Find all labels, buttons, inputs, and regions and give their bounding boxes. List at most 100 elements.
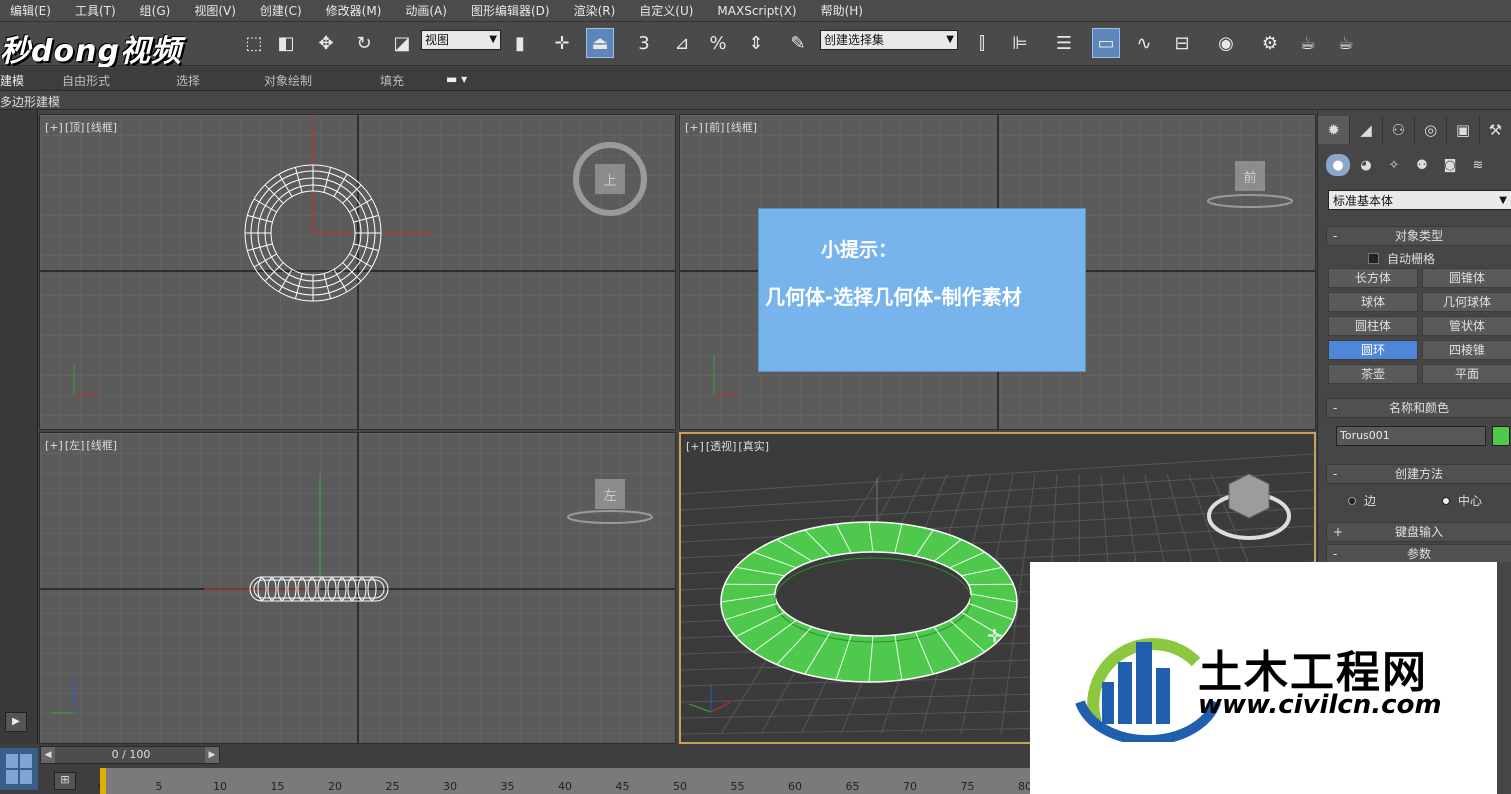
rotate-icon[interactable]: ↻ xyxy=(350,28,378,58)
radio-center[interactable]: 中心 xyxy=(1442,492,1482,509)
menu-item[interactable]: 自定义(U) xyxy=(629,2,707,19)
keyboard-shortcut-override-icon[interactable]: ⏏ xyxy=(586,28,614,58)
mirror-icon[interactable]: ⫿ xyxy=(968,28,996,58)
torus-shaded-persp xyxy=(720,521,1018,683)
menu-item[interactable]: MAXScript(X) xyxy=(707,4,810,18)
cone-button[interactable]: 圆锥体 xyxy=(1422,268,1511,288)
viewport-top[interactable]: 上 [+] [顶] [线框] xyxy=(39,114,676,430)
mini-curve-editor-icon[interactable]: ⊞ xyxy=(54,772,76,790)
ribbon-options-icon[interactable]: ▬ ▾ xyxy=(446,72,467,86)
timeline-tick-label: 30 xyxy=(443,780,457,793)
rollout-parameters[interactable]: - 参数 xyxy=(1326,544,1511,564)
rollout-creation-method[interactable]: - 创建方法 xyxy=(1326,464,1511,484)
tube-button[interactable]: 管状体 xyxy=(1422,316,1511,336)
track-bar[interactable]: 05101520253035404550556065707580 xyxy=(98,768,1032,794)
sphere-button[interactable]: 球体 xyxy=(1328,292,1418,312)
torus-button[interactable]: 圆环 xyxy=(1328,340,1418,360)
hierarchy-tab-icon[interactable]: ⚇ xyxy=(1383,116,1415,144)
menu-item[interactable]: 视图(V) xyxy=(184,2,250,19)
tab-freeform[interactable]: 自由形式 xyxy=(62,72,110,89)
expand-arrow-icon[interactable]: ▶ xyxy=(5,712,27,732)
render-setup-icon[interactable]: ⚙ xyxy=(1256,28,1284,58)
ribbon-toggle-icon[interactable]: ▭ xyxy=(1092,28,1120,58)
curve-editor-icon[interactable]: ∿ xyxy=(1130,28,1158,58)
menu-item[interactable]: 图形编辑器(D) xyxy=(461,2,564,19)
time-marker[interactable] xyxy=(100,768,106,794)
utilities-tab-icon[interactable]: ⚒ xyxy=(1480,116,1511,144)
render-production-icon[interactable]: ☕ xyxy=(1332,28,1360,58)
modify-tab-icon[interactable]: ◢ xyxy=(1350,116,1383,144)
display-tab-icon[interactable]: ▣ xyxy=(1447,116,1480,144)
menu-item[interactable]: 创建(C) xyxy=(250,2,316,19)
pivot-icon[interactable]: ▮ xyxy=(506,28,534,58)
percent-snap-icon[interactable]: % xyxy=(704,28,732,58)
menu-item[interactable]: 工具(T) xyxy=(65,2,130,19)
tab-populate[interactable]: 填充 xyxy=(380,72,404,89)
snap-3d-icon[interactable]: 3 xyxy=(630,28,658,58)
viewport-label-front[interactable]: [+] [前] [线框] xyxy=(685,119,759,135)
rollout-name-color[interactable]: - 名称和颜色 xyxy=(1326,398,1511,418)
teapot-button[interactable]: 茶壶 xyxy=(1328,364,1418,384)
helpers-icon[interactable]: ◙ xyxy=(1438,154,1462,176)
viewport-left[interactable]: 左 [+] [左] [线框] xyxy=(39,432,676,744)
material-editor-icon[interactable]: ◉ xyxy=(1212,28,1240,58)
tab-modeling[interactable]: 建模 xyxy=(0,72,24,89)
edit-named-selection-icon[interactable]: ✎ xyxy=(784,28,812,58)
object-name-field[interactable]: Torus001 xyxy=(1336,426,1486,446)
spinner-snap-icon[interactable]: ⇕ xyxy=(742,28,770,58)
select-region-icon[interactable]: ⬚ xyxy=(240,28,268,58)
named-selection-dropdown[interactable]: 创建选择集 ▼ xyxy=(820,30,958,50)
menu-item[interactable]: 组(G) xyxy=(130,2,185,19)
box-button[interactable]: 长方体 xyxy=(1328,268,1418,288)
menu-item[interactable]: 编辑(E) xyxy=(0,2,65,19)
timeline-tick-label: 55 xyxy=(730,780,745,793)
scale-icon[interactable]: ◪ xyxy=(388,28,416,58)
reference-coord-dropdown[interactable]: 视图 ▼ xyxy=(421,30,501,50)
menu-item[interactable]: 修改器(M) xyxy=(316,2,396,19)
align-icon[interactable]: ⊫ xyxy=(1006,28,1034,58)
timeline-tick-label: 5 xyxy=(155,780,163,793)
select-manipulate-icon[interactable]: ✛ xyxy=(548,28,576,58)
window-crossing-icon[interactable]: ◧ xyxy=(272,28,300,58)
geometry-icon[interactable]: ● xyxy=(1326,154,1350,176)
layer-manager-icon[interactable]: ☰ xyxy=(1050,28,1078,58)
spacewarps-icon[interactable]: ≋ xyxy=(1466,154,1490,176)
cameras-icon[interactable]: ⚉ xyxy=(1410,154,1434,176)
create-tab-icon[interactable]: ✹ xyxy=(1318,116,1351,144)
angle-snap-icon[interactable]: ⊿ xyxy=(668,28,696,58)
rendered-frame-icon[interactable]: ☕ xyxy=(1294,28,1322,58)
viewport-label-persp[interactable]: [+] [透视] [真实] xyxy=(686,438,771,454)
autogrid-checkbox[interactable]: 自动栅格 xyxy=(1368,250,1435,267)
viewcube-persp[interactable] xyxy=(1207,473,1291,540)
time-slider[interactable]: ◀ 0 / 100 ▶ xyxy=(40,746,220,764)
move-icon[interactable]: ✥ xyxy=(312,28,340,58)
plane-button[interactable]: 平面 xyxy=(1422,364,1511,384)
polygon-modeling-label[interactable]: 多边形建模 xyxy=(0,93,60,110)
viewport-label-left[interactable]: [+] [左] [线框] xyxy=(45,437,119,453)
object-color-swatch[interactable] xyxy=(1492,426,1510,446)
shapes-icon[interactable]: ◕ xyxy=(1354,154,1378,176)
ribbon-subpanel: 多边形建模 xyxy=(0,91,1511,110)
viewport-layout-icon[interactable] xyxy=(0,748,38,790)
tab-object-paint[interactable]: 对象绘制 xyxy=(264,72,312,89)
cylinder-button[interactable]: 圆柱体 xyxy=(1328,316,1418,336)
schematic-view-icon[interactable]: ⊟ xyxy=(1168,28,1196,58)
watermark-url: www.civilcn.com xyxy=(1198,690,1442,720)
motion-tab-icon[interactable]: ◎ xyxy=(1415,116,1448,144)
panel-scrollbar[interactable] xyxy=(1497,562,1511,794)
menu-item[interactable]: 渲染(R) xyxy=(564,2,630,19)
rollout-object-type[interactable]: - 对象类型 xyxy=(1326,226,1511,246)
menu-item[interactable]: 动画(A) xyxy=(395,2,461,19)
rollout-keyboard-entry[interactable]: + 键盘输入 xyxy=(1326,522,1511,542)
geosphere-button[interactable]: 几何球体 xyxy=(1422,292,1511,312)
pyramid-button[interactable]: 四棱锥 xyxy=(1422,340,1511,360)
menu-bar: 编辑(E) 工具(T) 组(G) 视图(V) 创建(C) 修改器(M) 动画(A) 图形编辑器… xyxy=(0,0,1511,22)
menu-item[interactable]: 帮助(H) xyxy=(811,2,877,19)
next-frame-icon[interactable]: ▶ xyxy=(205,747,219,763)
tip-overlay: 小提示： 几何体-选择几何体-制作素材 xyxy=(758,208,1086,372)
radio-edge[interactable]: 边 xyxy=(1348,492,1376,509)
primitive-type-dropdown[interactable]: 标准基本体 ▼ xyxy=(1328,190,1511,210)
tab-selection[interactable]: 选择 xyxy=(176,72,200,89)
viewport-label-top[interactable]: [+] [顶] [线框] xyxy=(45,119,119,135)
lights-icon[interactable]: ✧ xyxy=(1382,154,1406,176)
